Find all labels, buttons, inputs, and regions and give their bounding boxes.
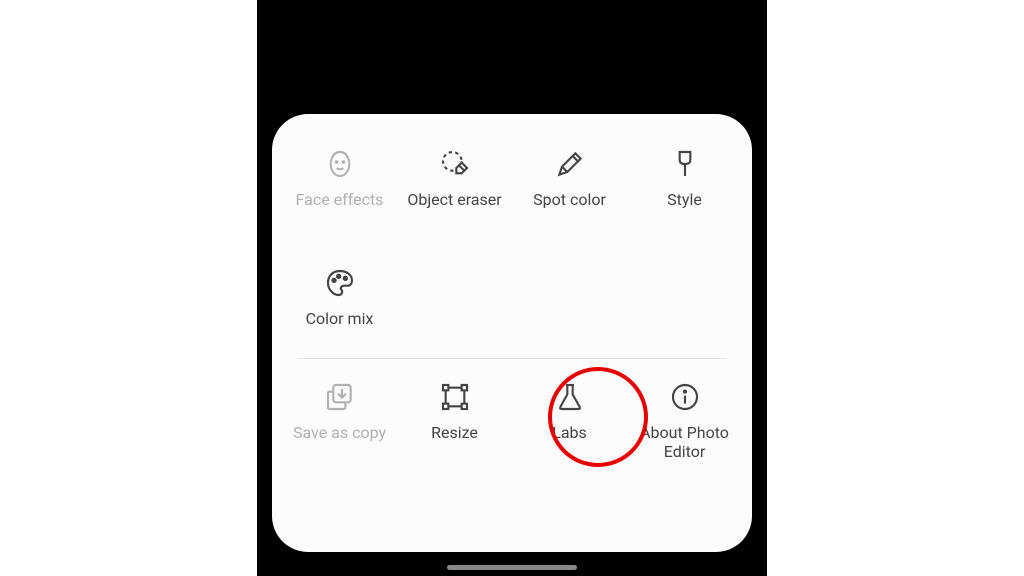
home-indicator[interactable] [447,565,577,570]
labs-button[interactable]: Labs [512,381,627,461]
menu-row-2: Color mix [272,261,752,334]
spot-color-icon [554,148,586,180]
style-button[interactable]: Style [627,148,742,209]
face-effects-label: Face effects [296,190,384,209]
spot-color-button[interactable]: Spot color [512,148,627,209]
object-eraser-icon [439,148,471,180]
phone-frame: Face effects Object eraser Spot color [257,0,767,576]
row-spacer [272,215,752,261]
style-label: Style [667,190,702,209]
about-button[interactable]: About Photo Editor [627,381,742,461]
resize-button[interactable]: Resize [397,381,512,461]
object-eraser-button[interactable]: Object eraser [397,148,512,209]
object-eraser-label: Object eraser [407,190,501,209]
color-mix-button[interactable]: Color mix [282,267,397,328]
save-as-copy-label: Save as copy [293,423,386,442]
face-effects-icon [324,148,356,180]
style-icon [669,148,701,180]
resize-label: Resize [431,423,478,442]
about-label: About Photo Editor [635,423,735,461]
resize-icon [439,381,471,413]
color-mix-icon [324,267,356,299]
labs-icon [554,381,586,413]
info-icon [669,381,701,413]
color-mix-label: Color mix [306,309,374,328]
labs-label: Labs [552,423,587,442]
menu-row-1: Face effects Object eraser Spot color [272,142,752,215]
menu-bottom-row: Save as copy Resize Labs [272,359,752,461]
spot-color-label: Spot color [533,190,606,209]
face-effects-button: Face effects [282,148,397,209]
editor-menu-panel: Face effects Object eraser Spot color [272,114,752,552]
save-as-copy-button: Save as copy [282,381,397,461]
save-as-copy-icon [324,381,356,413]
